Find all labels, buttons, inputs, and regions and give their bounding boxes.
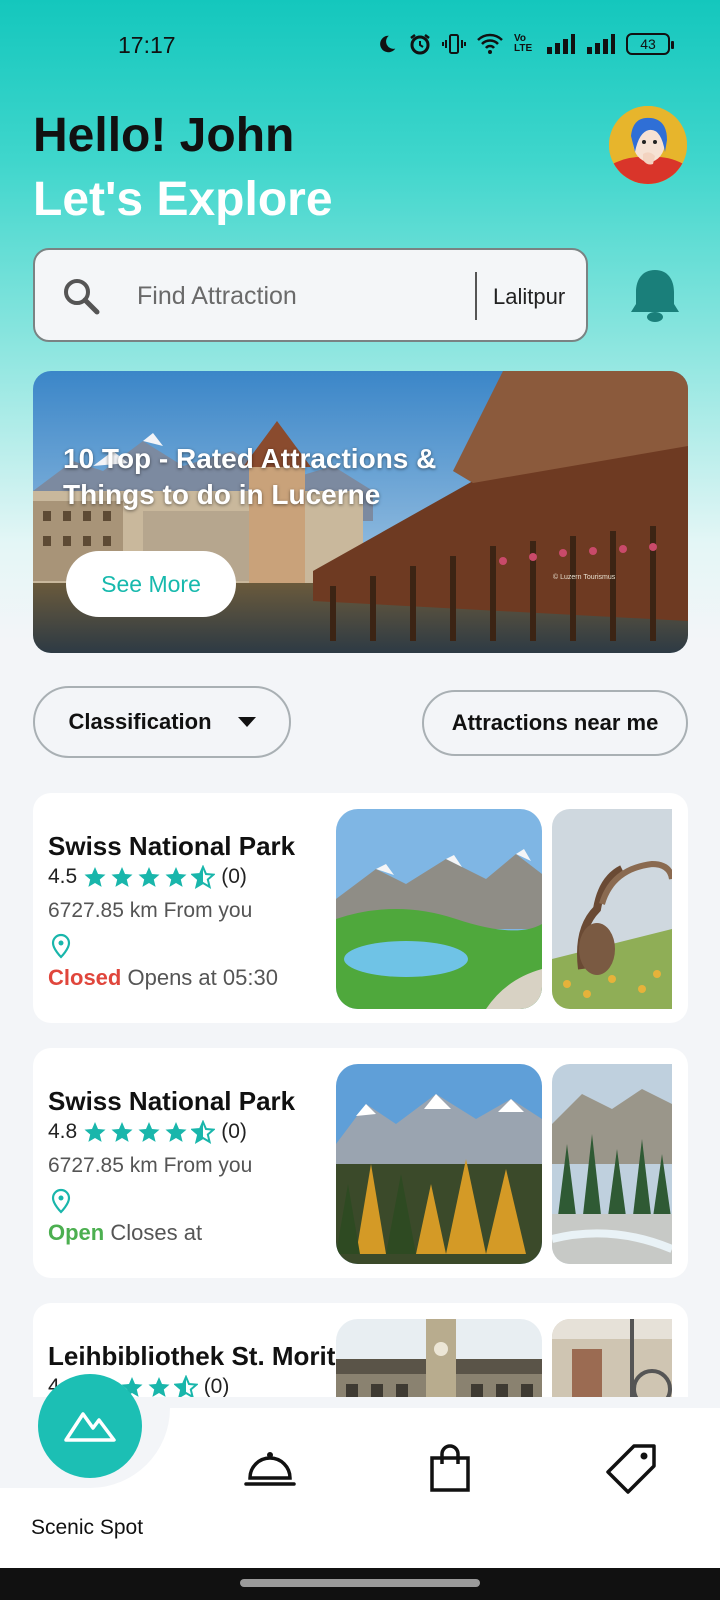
attractions-near-me-button[interactable]: Attractions near me: [422, 690, 688, 756]
banner-watermark: © Luzern Tourismus: [553, 573, 616, 581]
wifi-icon: [476, 32, 504, 56]
review-count: (0): [203, 1375, 230, 1397]
attraction-photo[interactable]: [552, 1319, 672, 1397]
search-bar[interactable]: Lalitpur: [33, 248, 588, 342]
location-pin-icon: [51, 1188, 71, 1214]
bell-icon[interactable]: [628, 266, 682, 324]
featured-banner[interactable]: © Luzern Tourismus 10 Top - Rated Attrac…: [33, 371, 688, 653]
see-more-button[interactable]: See More: [66, 551, 236, 617]
banner-title: 10 Top - Rated Attractions & Things to d…: [63, 443, 437, 510]
search-icon[interactable]: [61, 276, 101, 316]
attraction-list[interactable]: Swiss National Park 4.5 (0) 6727.85 km F…: [0, 790, 720, 1397]
review-count: (0): [221, 1120, 247, 1143]
star-icon: [138, 867, 160, 887]
rating-value: 4.5: [48, 865, 78, 888]
half-star-icon: [173, 1375, 198, 1397]
opening-status: Open Closes at: [48, 1220, 202, 1246]
vibrate-icon: [442, 32, 466, 56]
status-detail: Opens at 05:30: [127, 965, 278, 990]
status-icons: Vo LTE 43: [376, 32, 674, 56]
attraction-name: Leihbibliothek St. Moritz: [48, 1341, 349, 1371]
moon-icon: [376, 33, 398, 55]
opening-status: Closed Opens at 05:30: [48, 965, 278, 991]
greeting-subtitle: Let's Explore: [33, 173, 333, 226]
star-icon: [138, 1122, 160, 1142]
attraction-photo[interactable]: [336, 809, 542, 1009]
half-star-icon: [191, 1120, 216, 1144]
attraction-photo[interactable]: [552, 809, 672, 1009]
star-rating: [83, 865, 216, 889]
tag-icon[interactable]: [604, 1440, 660, 1496]
mountain-icon: [64, 1412, 116, 1442]
rating-value: 4.8: [48, 1120, 78, 1143]
nav-scenic-spot-button[interactable]: [38, 1374, 142, 1478]
star-icon: [148, 1377, 170, 1397]
home-gesture-handle[interactable]: [240, 1579, 480, 1587]
status-open-badge: Open: [48, 1220, 105, 1245]
alarm-icon: [408, 32, 432, 56]
attraction-card[interactable]: Swiss National Park 4.8 (0) 6727.85 km F…: [33, 1048, 688, 1278]
attraction-name: Swiss National Park: [48, 831, 296, 861]
distance-text: 6727.85 km From you: [48, 1154, 253, 1177]
avatar[interactable]: [609, 106, 687, 184]
signal-icon: [546, 33, 576, 55]
status-closed-badge: Closed: [48, 965, 122, 990]
half-star-icon: [191, 865, 216, 889]
distance-text: 6727.85 km From you: [48, 899, 253, 922]
search-divider: [475, 272, 477, 320]
star-rating: [83, 1120, 216, 1144]
attraction-photo[interactable]: [552, 1064, 672, 1264]
star-icon: [165, 867, 187, 887]
battery-icon: 43: [626, 33, 674, 55]
star-icon: [111, 867, 133, 887]
star-icon: [84, 1122, 106, 1142]
attraction-photo[interactable]: [336, 1319, 542, 1397]
search-input[interactable]: [137, 278, 467, 314]
rating-row: 4.5 (0): [48, 865, 247, 889]
volte-icon: Vo LTE: [514, 33, 533, 54]
star-icon: [165, 1122, 187, 1142]
classification-dropdown[interactable]: Classification: [33, 686, 291, 758]
shopping-bag-icon[interactable]: [422, 1440, 478, 1496]
attraction-photo[interactable]: [336, 1064, 542, 1264]
greeting-title: Hello! John: [33, 109, 295, 162]
attraction-card[interactable]: Swiss National Park 4.5 (0) 6727.85 km F…: [33, 793, 688, 1023]
signal-icon-2: [586, 33, 616, 55]
rating-row: 4.8 (0): [48, 1120, 247, 1144]
attraction-name: Swiss National Park: [48, 1086, 296, 1116]
nav-scenic-spot-label: Scenic Spot: [31, 1516, 144, 1539]
food-cloche-icon[interactable]: [242, 1440, 298, 1496]
location-pin-icon: [51, 933, 71, 959]
star-icon: [111, 1122, 133, 1142]
star-icon: [84, 867, 106, 887]
review-count: (0): [221, 865, 247, 888]
location-selector[interactable]: Lalitpur: [493, 284, 565, 310]
status-time: 17:17: [118, 32, 176, 58]
near-me-label: Attractions near me: [451, 710, 659, 735]
classification-label: Classification: [68, 709, 212, 734]
attraction-card[interactable]: Leihbibliothek St. Moritz 4 (0): [33, 1303, 688, 1397]
caret-down-icon: [237, 717, 256, 727]
status-detail: Closes at: [110, 1220, 203, 1245]
status-bar: 17:17 Vo LTE 43: [0, 0, 720, 90]
